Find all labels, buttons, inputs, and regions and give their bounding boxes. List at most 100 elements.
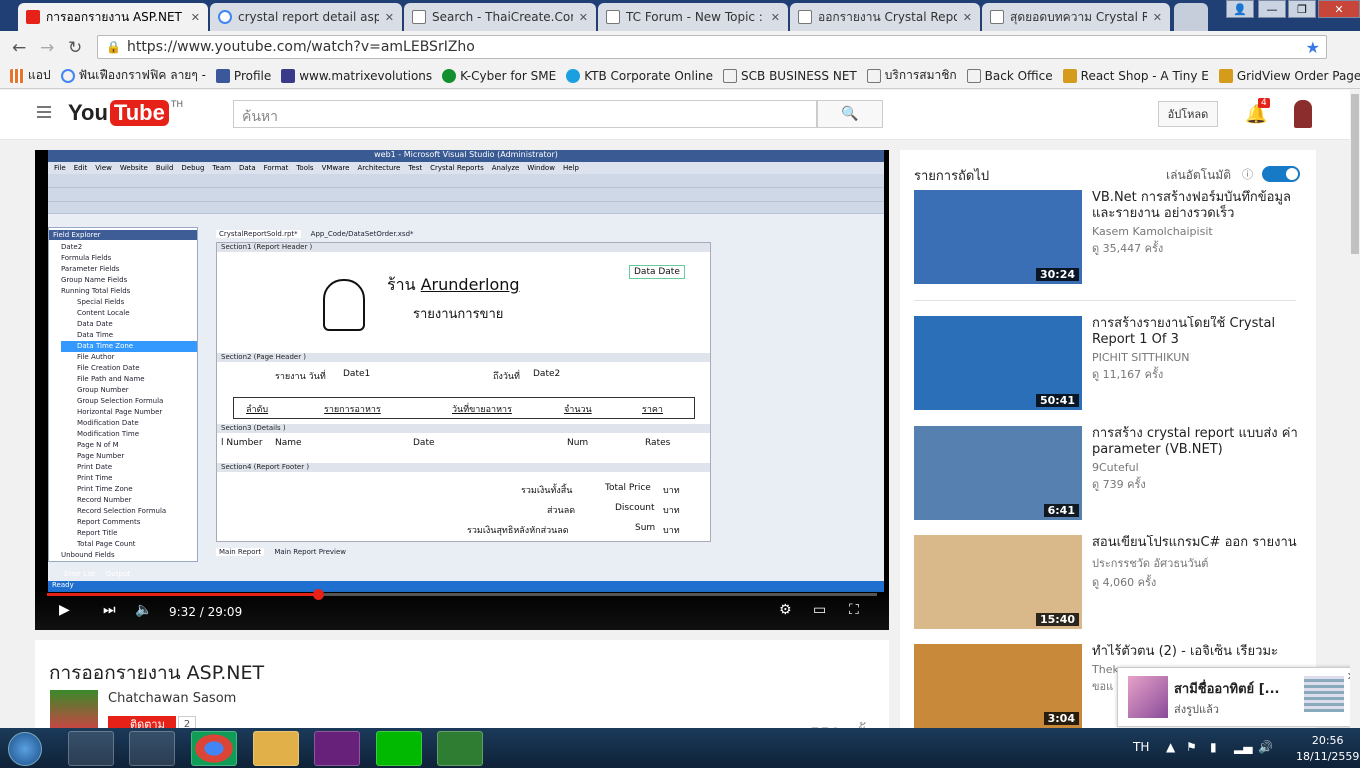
- video-thumbnail[interactable]: 3:04: [914, 644, 1082, 728]
- tab-crystal-report[interactable]: ออกรายงาน Crystal Report ✕: [790, 3, 980, 31]
- close-tab-icon[interactable]: ✕: [771, 11, 780, 24]
- channel-name[interactable]: Chatchawan Sasom: [108, 691, 236, 706]
- power-icon[interactable]: ▮: [1210, 740, 1217, 754]
- close-tab-icon[interactable]: ✕: [191, 11, 200, 24]
- sidebar-video-item[interactable]: 6:41 การสร้าง crystal report แบบส่ง ค่า …: [914, 426, 1298, 520]
- bookmark-item[interactable]: SCB BUSINESS NET: [723, 68, 857, 83]
- field-item: File Author: [77, 353, 115, 361]
- ktb-icon: [566, 68, 581, 83]
- bookmark-item[interactable]: www.matrixevolutions: [281, 68, 432, 83]
- fullscreen-icon[interactable]: ⛶: [849, 602, 859, 618]
- notification-avatar: [1128, 676, 1168, 718]
- video-thumbnail[interactable]: 6:41: [914, 426, 1082, 520]
- next-icon[interactable]: ⏭: [103, 602, 116, 618]
- page-scrollbar[interactable]: [1350, 90, 1360, 728]
- bookmark-item[interactable]: React Shop - A Tiny E: [1062, 68, 1209, 83]
- user-avatar[interactable]: [1294, 100, 1312, 128]
- bookmark-apps[interactable]: แอป: [10, 66, 51, 85]
- taskbar-visual-studio-icon[interactable]: [314, 731, 360, 766]
- page-icon: [966, 68, 981, 83]
- scrollbar-thumb[interactable]: [1351, 94, 1359, 254]
- progress-bar[interactable]: [47, 589, 877, 600]
- sidebar-video-item[interactable]: 50:41 การสร้างรายงานโดยใช้ Crystal Repor…: [914, 316, 1296, 410]
- reload-icon[interactable]: ↻: [68, 38, 82, 58]
- tab-thaicreate[interactable]: Search - ThaiCreate.Com ✕: [404, 3, 596, 31]
- info-icon[interactable]: ⓘ: [1242, 166, 1253, 182]
- action-center-flag-icon[interactable]: ⚑: [1186, 740, 1197, 754]
- language-indicator[interactable]: TH: [1133, 740, 1149, 754]
- url-bar[interactable]: 🔒 https://www.youtube.com/watch?v=amLEBS…: [97, 35, 1327, 59]
- close-tab-icon[interactable]: ✕: [1153, 11, 1162, 24]
- field-item: Unbound Fields: [61, 551, 115, 559]
- new-tab-button[interactable]: [1174, 3, 1208, 31]
- taskbar-hs-icon[interactable]: [437, 731, 483, 766]
- settings-gear-icon[interactable]: ⚙: [779, 602, 792, 618]
- tab-google[interactable]: crystal report detail asp.n ✕: [210, 3, 402, 31]
- minimize-icon[interactable]: —: [1258, 0, 1286, 18]
- bookmark-star-icon[interactable]: ★: [1306, 38, 1320, 57]
- close-tab-icon[interactable]: ✕: [385, 11, 394, 24]
- play-icon[interactable]: ▶: [59, 602, 70, 618]
- page-icon: [798, 10, 812, 24]
- page-icon: [412, 10, 426, 24]
- taskbar-media-player-icon[interactable]: [129, 731, 175, 766]
- tab-crystal-articles[interactable]: สุดยอดบทความ Crystal Rep✕: [982, 3, 1170, 31]
- taskbar-chrome-icon[interactable]: [191, 731, 237, 766]
- network-icon[interactable]: ▂▄: [1234, 740, 1252, 754]
- system-clock[interactable]: 20:56 18/11/2559: [1296, 733, 1359, 765]
- close-window-icon[interactable]: ✕: [1318, 0, 1360, 18]
- video-thumbnail[interactable]: 50:41: [914, 316, 1082, 410]
- bookmark-item[interactable]: Profile: [215, 68, 271, 83]
- bookmark-item[interactable]: Back Office: [966, 68, 1053, 83]
- bookmark-item[interactable]: GridView Order Page: [1218, 68, 1360, 83]
- notification-count-badge: 4: [1258, 98, 1270, 108]
- menu-icon[interactable]: [37, 106, 51, 121]
- field-item: Data Time: [77, 331, 114, 339]
- video-thumbnail[interactable]: 30:24: [914, 190, 1082, 284]
- person-icon[interactable]: 👤: [1226, 0, 1254, 18]
- field-item: Report Title: [77, 529, 118, 537]
- vs-bottom-tabs: Error List Output: [64, 570, 131, 578]
- report-designer: Section1 (Report Header ) ร้าน Arunderlo…: [216, 242, 711, 542]
- channel-avatar[interactable]: [50, 690, 98, 730]
- field-item: Data Date: [77, 320, 113, 328]
- volume-icon[interactable]: 🔈: [135, 602, 152, 618]
- bookmark-item[interactable]: บริการสมาชิก: [866, 66, 957, 85]
- video-player[interactable]: web1 - Microsoft Visual Studio (Administ…: [35, 150, 889, 630]
- video-title: การออกรายงาน ASP.NET: [49, 662, 265, 684]
- bookmark-item[interactable]: ฟันเฟืองกราฟฟิค ลายๆ -: [60, 66, 206, 85]
- video-thumbnail[interactable]: 15:40: [914, 535, 1082, 629]
- vs-menu-bar: File Edit View Website Build Debug Team Data For…: [48, 162, 884, 174]
- bookmark-item[interactable]: KTB Corporate Online: [566, 68, 713, 83]
- youtube-logo[interactable]: You Tube TH: [68, 100, 183, 126]
- sidebar-video-item[interactable]: 30:24 VB.Net การสร้างฟอร์มบันทึกข้อมูล แ…: [914, 190, 1296, 284]
- line-notification[interactable]: สามีชื่ออาทิตย์ [... ส่งรูปแล้ว ✕: [1117, 667, 1360, 727]
- restore-icon[interactable]: ❐: [1288, 0, 1316, 18]
- show-hidden-icons-icon[interactable]: ▲: [1166, 740, 1175, 754]
- search-button[interactable]: 🔍: [817, 100, 883, 128]
- search-input[interactable]: ค้นหา: [233, 100, 817, 128]
- taskbar-line-icon[interactable]: [376, 731, 422, 766]
- start-button[interactable]: [8, 732, 42, 766]
- field-item: Print Time: [77, 474, 113, 482]
- vs-toolbar: [48, 174, 884, 188]
- upload-button[interactable]: อัปโหลด: [1158, 101, 1218, 127]
- sidebar-video-item[interactable]: 15:40 สอนเขียนโปรแกรมC# ออก รายงาน ประกรร…: [914, 535, 1297, 629]
- close-tab-icon[interactable]: ✕: [963, 11, 972, 24]
- taskbar-explorer-icon[interactable]: [253, 731, 299, 766]
- taskbar-notes-icon[interactable]: [68, 731, 114, 766]
- theater-mode-icon[interactable]: ▭: [813, 602, 826, 618]
- vs-window-title: web1 - Microsoft Visual Studio (Administ…: [48, 150, 884, 162]
- field-item: Record Number: [77, 496, 132, 504]
- tab-youtube[interactable]: การออกรายงาน ASP.NET - ✕: [18, 3, 208, 31]
- page-icon: [723, 68, 738, 83]
- bookmark-item[interactable]: K-Cyber for SME: [442, 68, 556, 83]
- forward-icon[interactable]: →: [40, 38, 54, 58]
- close-tab-icon[interactable]: ✕: [579, 11, 588, 24]
- tab-forum[interactable]: TC Forum - New Topic : ✕: [598, 3, 788, 31]
- back-icon[interactable]: ←: [12, 38, 26, 58]
- volume-tray-icon[interactable]: 🔊: [1258, 740, 1273, 754]
- autoplay-toggle[interactable]: [1262, 166, 1300, 182]
- search-icon: 🔍: [841, 106, 859, 122]
- toggle-knob: [1286, 168, 1298, 180]
